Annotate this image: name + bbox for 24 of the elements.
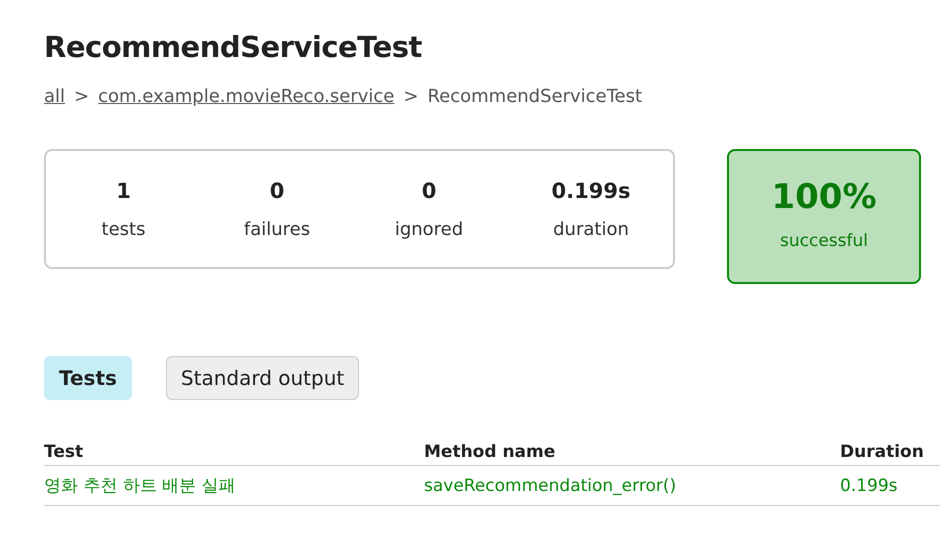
tab[interactable]: Standard output xyxy=(166,356,360,400)
column-header: Test xyxy=(44,440,424,466)
success-rate-label: successful xyxy=(779,231,869,251)
page-title: RecommendServiceTest xyxy=(44,30,423,64)
table-cell: saveRecommendation_error() xyxy=(424,466,840,506)
success-rate-value: 100% xyxy=(770,177,878,217)
breadcrumb-separator: > xyxy=(403,86,418,107)
counter-label: duration xyxy=(552,218,630,240)
tab[interactable]: Tests xyxy=(44,356,132,400)
counter-value: 0.199s xyxy=(550,178,632,202)
breadcrumb-separator: > xyxy=(74,86,90,107)
counter-label: tests xyxy=(100,218,146,240)
column-header: Duration xyxy=(840,440,940,466)
counter-label: failures xyxy=(242,218,312,240)
counter-value: 0 xyxy=(420,178,438,202)
counter-value: 0 xyxy=(268,178,286,202)
breadcrumb-current: RecommendServiceTest xyxy=(427,86,642,107)
counter-label: ignored xyxy=(394,218,464,240)
table-cell: 0.199s xyxy=(840,466,940,506)
breadcrumb-link[interactable]: com.example.movieReco.service xyxy=(98,86,394,107)
counter-value: 1 xyxy=(115,178,132,202)
breadcrumb-link[interactable]: all xyxy=(44,86,66,107)
column-header: Method name xyxy=(424,440,840,466)
table-cell: 영화 추천 하트 배분 실패 xyxy=(44,466,424,506)
